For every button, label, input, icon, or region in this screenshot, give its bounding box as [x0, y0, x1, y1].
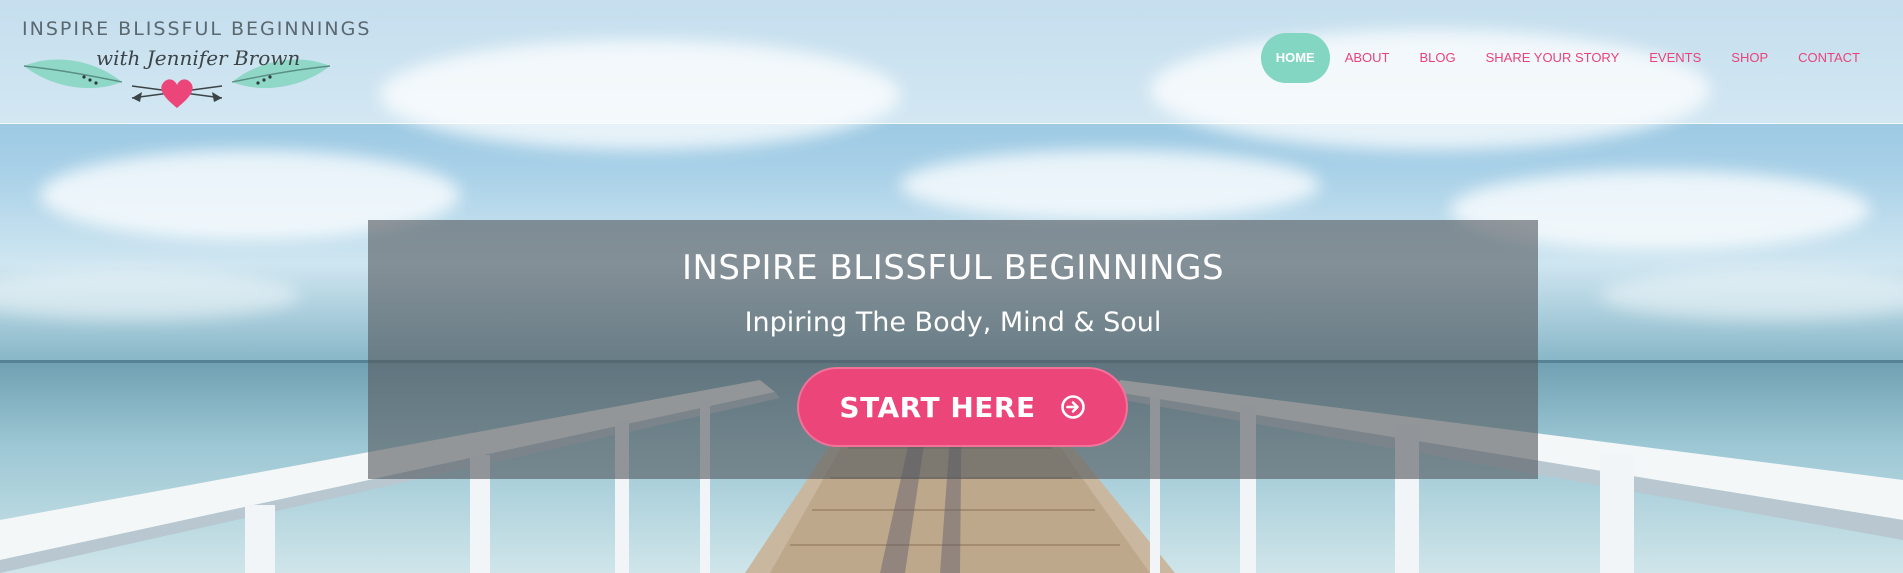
hero-banner: INSPIRE BLISSFUL BEGINNINGS Inpiring The… [368, 220, 1538, 479]
nav-item-share-your-story[interactable]: SHARE YOUR STORY [1471, 33, 1635, 83]
nav-item-about[interactable]: ABOUT [1330, 33, 1405, 83]
nav-item-home[interactable]: HOME [1260, 33, 1330, 83]
start-here-label: START HERE [839, 390, 1036, 424]
main-navigation: HOME ABOUT BLOG SHARE YOUR STORY EVENTS … [1260, 33, 1875, 83]
site-header: INSPIRE BLISSFUL BEGINNINGS with Jennife… [0, 0, 1903, 124]
hero-title: INSPIRE BLISSFUL BEGINNINGS [681, 248, 1225, 288]
arrow-right-circle-icon [1060, 395, 1085, 419]
page: INSPIRE BLISSFUL BEGINNINGS with Jennife… [0, 0, 1903, 573]
nav-item-contact[interactable]: CONTACT [1783, 33, 1875, 83]
logo-subtitle: with Jennifer Brown [96, 46, 301, 70]
site-logo[interactable]: INSPIRE BLISSFUL BEGINNINGS with Jennife… [22, 16, 369, 112]
start-here-button[interactable]: START HERE [797, 367, 1128, 447]
nav-item-shop[interactable]: SHOP [1716, 33, 1783, 83]
hero-subtitle: Inpiring The Body, Mind & Soul [744, 307, 1162, 338]
nav-item-blog[interactable]: BLOG [1404, 33, 1470, 83]
nav-item-events[interactable]: EVENTS [1634, 33, 1716, 83]
